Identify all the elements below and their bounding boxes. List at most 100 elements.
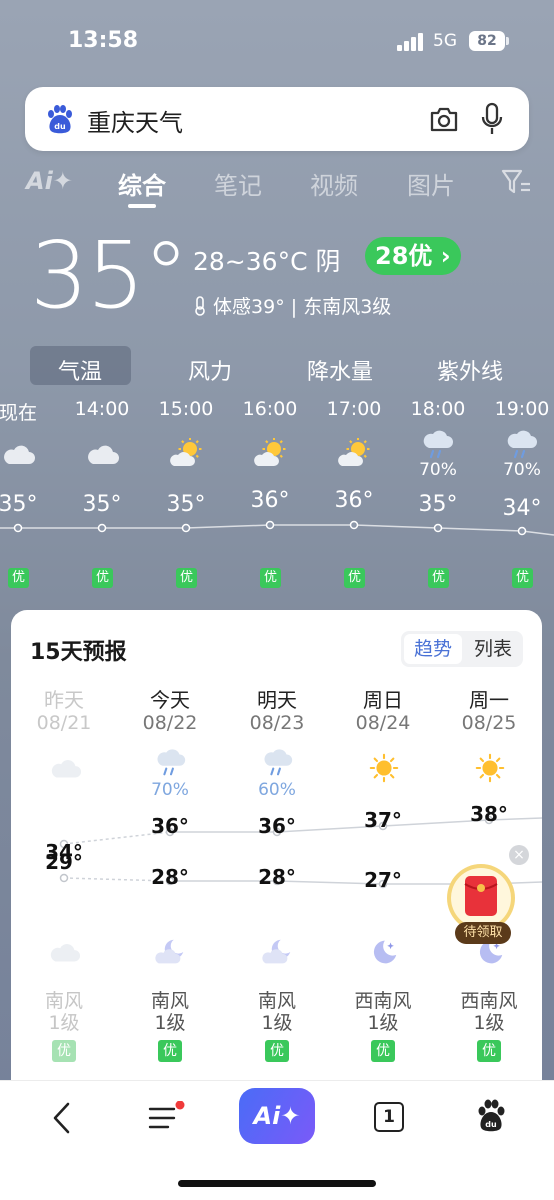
low-temp-point bbox=[59, 873, 69, 883]
tab-ai[interactable]: Ai✦ bbox=[26, 167, 73, 195]
tab-uv[interactable]: 紫外线 bbox=[437, 354, 503, 386]
hour-time: 18:00 bbox=[410, 398, 466, 420]
forecast-card: 15天预报 趋势 列表 昨天 08/21 34° 29° 南风 1级优今天 08/22 70%… bbox=[11, 610, 542, 1080]
day-aqi-badge: 优 bbox=[371, 1040, 395, 1062]
filter-icon[interactable] bbox=[501, 168, 531, 196]
trend-toggle-button[interactable]: 趋势 bbox=[404, 634, 462, 664]
hour-precip-probability: 70% bbox=[419, 460, 457, 480]
cloudy-icon bbox=[88, 445, 119, 464]
camera-icon[interactable] bbox=[428, 103, 460, 135]
hour-aqi-badge: 优 bbox=[176, 568, 197, 588]
low-temperature: 28° bbox=[151, 865, 189, 889]
signal-icon bbox=[397, 33, 425, 51]
home-indicator bbox=[178, 1180, 376, 1187]
partly-cloudy-icon bbox=[170, 438, 202, 466]
hour-time: 17:00 bbox=[326, 398, 382, 420]
cloudy-icon bbox=[50, 944, 81, 962]
sun-icon bbox=[369, 753, 399, 783]
hour-temperature: 35° bbox=[0, 492, 38, 517]
rain-icon bbox=[423, 430, 453, 459]
tab-underline bbox=[128, 204, 156, 208]
battery-cap bbox=[506, 37, 509, 45]
sun-icon bbox=[475, 753, 505, 783]
cloudy-icon bbox=[51, 760, 82, 778]
status-time: 13:58 bbox=[68, 28, 139, 53]
list-toggle-button[interactable]: 列表 bbox=[465, 634, 521, 664]
svg-text:du: du bbox=[54, 122, 66, 131]
microphone-icon[interactable] bbox=[480, 102, 504, 136]
battery-icon: 82 bbox=[469, 31, 505, 51]
hour-temperature: 36° bbox=[250, 488, 290, 513]
network-type: 5G bbox=[433, 31, 457, 51]
hour-temperature: 36° bbox=[334, 488, 374, 513]
tab-wind[interactable]: 风力 bbox=[188, 354, 232, 386]
moon-cloud-icon bbox=[262, 939, 291, 964]
hourly-forecast: 现在 35° 优 14:00 35° 优 15:00 35° 优 16:00 36° 优 17:00 36… bbox=[0, 392, 554, 597]
high-temperature: 37° bbox=[364, 808, 402, 832]
partly-cloudy-icon bbox=[254, 438, 286, 466]
day-precip-probability: 70% bbox=[151, 780, 189, 800]
tabs-count-button[interactable]: 1 bbox=[374, 1102, 404, 1132]
hourly-point bbox=[433, 523, 443, 533]
search-box[interactable]: du 重庆天气 bbox=[25, 87, 529, 151]
tab-comprehensive[interactable]: 综合 bbox=[118, 166, 166, 201]
back-icon[interactable] bbox=[48, 1101, 78, 1135]
view-toggle: 趋势 列表 bbox=[401, 631, 523, 667]
hour-temperature: 34° bbox=[502, 496, 542, 521]
red-packet-label[interactable]: 待领取 bbox=[455, 922, 511, 944]
high-temperature: 36° bbox=[258, 814, 296, 838]
hourly-point bbox=[97, 523, 107, 533]
tab-notes[interactable]: 笔记 bbox=[214, 166, 262, 201]
svg-text:du: du bbox=[485, 1120, 497, 1129]
search-input[interactable]: 重庆天气 bbox=[87, 103, 183, 138]
hour-temperature: 35° bbox=[82, 492, 122, 517]
hour-time: 14:00 bbox=[74, 398, 130, 420]
day-date: 08/22 bbox=[142, 712, 198, 734]
feels-like-text: 体感39° | 东南风3级 bbox=[213, 296, 392, 318]
tab-precipitation[interactable]: 降水量 bbox=[307, 354, 373, 386]
status-bar: 13:58 5G 82 bbox=[0, 0, 554, 84]
metric-tabs: 气温 风力 降水量 紫外线 bbox=[0, 346, 554, 386]
hour-aqi-badge: 优 bbox=[344, 568, 365, 588]
menu-icon[interactable] bbox=[148, 1101, 186, 1135]
hour-temperature: 35° bbox=[166, 492, 206, 517]
low-temperature: 27° bbox=[364, 868, 402, 892]
hour-aqi-badge: 优 bbox=[260, 568, 281, 588]
red-packet-close-button[interactable]: × bbox=[509, 845, 529, 865]
day-date: 08/25 bbox=[461, 712, 517, 734]
day-aqi-badge: 优 bbox=[265, 1040, 289, 1062]
hour-time: 16:00 bbox=[242, 398, 298, 420]
wind-level: 1级 bbox=[154, 1012, 186, 1034]
aqi-badge[interactable]: 28优 › bbox=[365, 237, 461, 275]
hourly-point bbox=[181, 523, 191, 533]
baidu-home-icon[interactable]: du bbox=[475, 1098, 507, 1134]
wind-level: 1级 bbox=[473, 1012, 505, 1034]
day-date: 08/24 bbox=[355, 712, 411, 734]
day-name: 明天 bbox=[257, 688, 297, 712]
hour-aqi-badge: 优 bbox=[92, 568, 113, 588]
hourly-point bbox=[13, 523, 23, 533]
hourly-point bbox=[517, 526, 527, 536]
tab-videos[interactable]: 视频 bbox=[310, 166, 358, 201]
thermometer-icon bbox=[195, 296, 205, 316]
tab-images[interactable]: 图片 bbox=[407, 166, 455, 201]
low-temperature: 28° bbox=[258, 865, 296, 889]
day-name: 今天 bbox=[150, 688, 190, 712]
rain-icon bbox=[507, 430, 537, 459]
moon-star-icon bbox=[373, 940, 397, 964]
current-temperature: 35° bbox=[30, 222, 189, 329]
partly-cloudy-icon bbox=[338, 438, 370, 466]
feels-like-wind: 体感39° | 东南风3级 bbox=[193, 292, 391, 319]
wind-level: 1级 bbox=[48, 1012, 80, 1034]
day-aqi-badge: 优 bbox=[158, 1040, 182, 1062]
hour-aqi-badge: 优 bbox=[428, 568, 449, 588]
tab-temperature[interactable]: 气温 bbox=[58, 354, 102, 386]
day-aqi-badge: 优 bbox=[477, 1040, 501, 1062]
ai-assistant-button[interactable]: Ai✦ bbox=[239, 1088, 315, 1144]
hour-aqi-badge: 优 bbox=[512, 568, 533, 588]
day-name: 周一 bbox=[469, 688, 509, 712]
hour-time: 现在 bbox=[0, 402, 37, 424]
wind-level: 1级 bbox=[367, 1012, 399, 1034]
today-range-condition: 28~36°C 阴 bbox=[193, 247, 341, 276]
high-temperature: 38° bbox=[470, 802, 508, 826]
